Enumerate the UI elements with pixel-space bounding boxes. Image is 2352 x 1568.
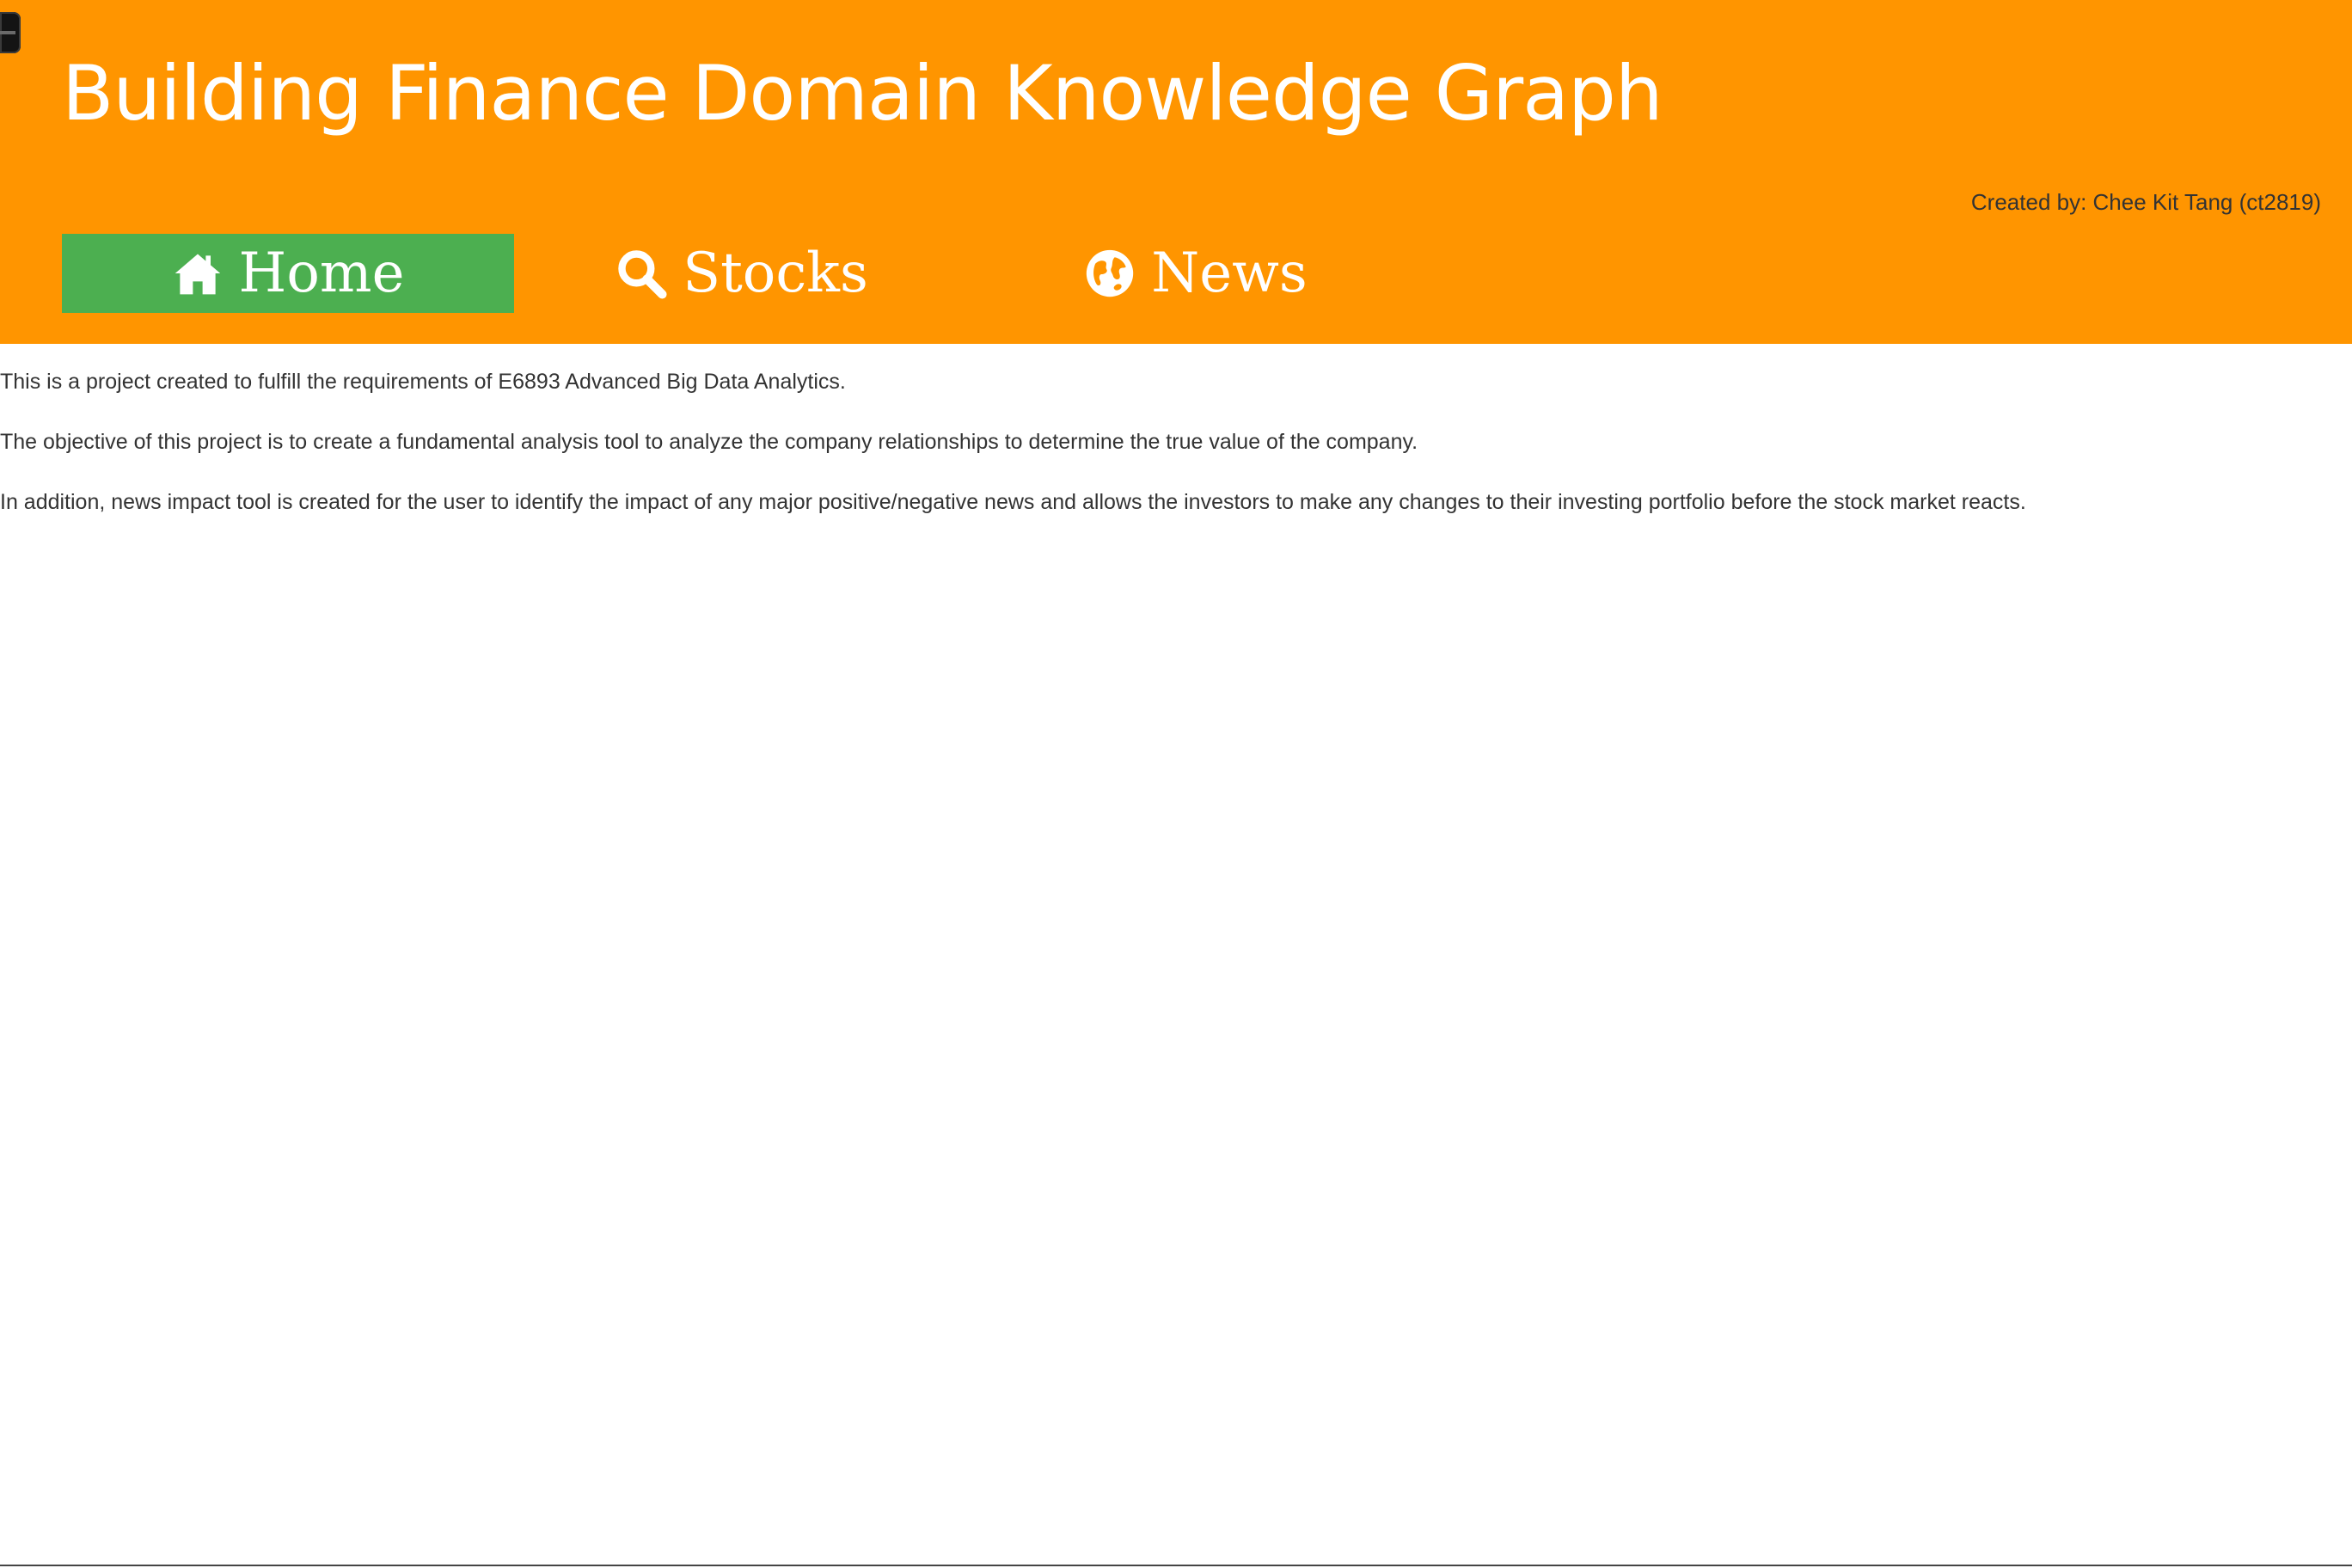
nav-home-button[interactable]: Home — [62, 234, 514, 313]
home-icon — [172, 248, 224, 299]
intro-paragraph: This is a project created to fulfill the… — [0, 370, 846, 394]
page-title: Building Finance Domain Knowledge Graph — [62, 49, 1663, 138]
sidebar-toggle-handle[interactable] — [0, 12, 21, 53]
nav-news-label: News — [1151, 242, 1308, 305]
author-credit: Created by: Chee Kit Tang (ct2819) — [1970, 189, 2321, 215]
nav-stocks-button[interactable]: Stocks — [516, 234, 968, 313]
site-header: Building Finance Domain Knowledge Graph … — [0, 0, 2352, 344]
objective-paragraph: The objective of this project is to crea… — [0, 430, 1418, 454]
nav-news-button[interactable]: News — [970, 234, 1422, 313]
news-tool-paragraph: In addition, news impact tool is created… — [0, 490, 2026, 514]
globe-icon — [1084, 248, 1136, 299]
nav-home-label: Home — [238, 242, 405, 305]
window-bottom-border — [0, 1565, 2352, 1566]
nav-stocks-label: Stocks — [683, 242, 868, 305]
main-content: This is a project created to fulfill the… — [0, 370, 2352, 550]
search-icon — [616, 248, 667, 299]
